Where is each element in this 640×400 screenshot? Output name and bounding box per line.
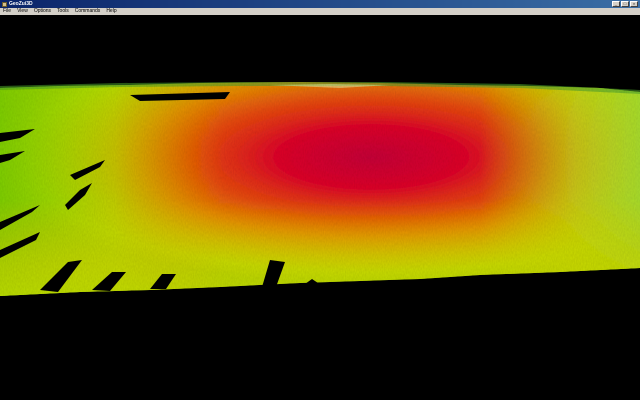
minimize-button[interactable]: _ (612, 1, 620, 7)
maximize-icon: □ (623, 1, 627, 6)
window-controls: _ □ × (612, 1, 638, 7)
close-icon: × (632, 1, 636, 6)
title-bar[interactable]: GeoZui3D _ □ × (0, 0, 640, 8)
terrain-render[interactable] (0, 15, 640, 400)
menu-view[interactable]: View (14, 8, 31, 15)
menu-bar: File View Options Tools Commands Help (0, 8, 640, 15)
menu-tools[interactable]: Tools (54, 8, 72, 15)
app-icon (2, 1, 7, 7)
terrain-surface (0, 82, 640, 296)
app-window: GeoZui3D _ □ × File View Options Tools C… (0, 0, 640, 400)
maximize-button[interactable]: □ (621, 1, 629, 7)
minimize-icon: _ (614, 1, 618, 6)
window-title: GeoZui3D (9, 1, 33, 7)
3d-viewport[interactable] (0, 15, 640, 400)
menu-options[interactable]: Options (31, 8, 54, 15)
menu-commands[interactable]: Commands (72, 8, 104, 15)
menu-help[interactable]: Help (103, 8, 119, 15)
menu-file[interactable]: File (0, 8, 14, 15)
close-button[interactable]: × (630, 1, 638, 7)
